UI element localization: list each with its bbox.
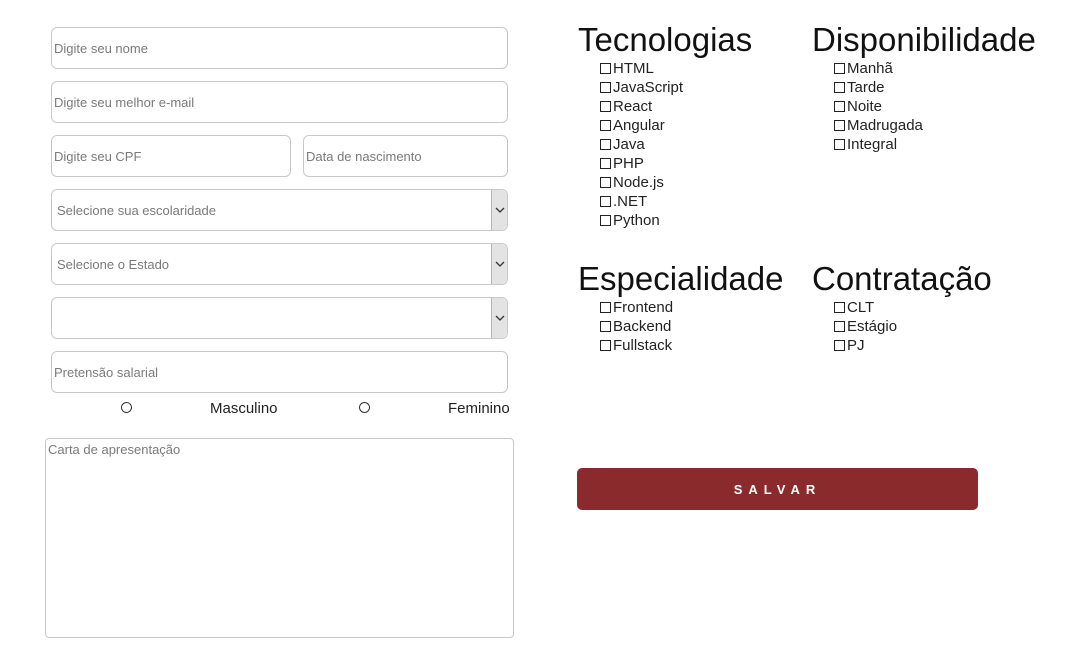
checkbox-item[interactable]: Python xyxy=(600,211,752,230)
checkbox-item[interactable]: Java xyxy=(600,135,752,154)
checkbox-item[interactable]: React xyxy=(600,97,752,116)
gender-radio-group: Masculino Feminino xyxy=(50,400,520,418)
birth-date-placeholder: Data de nascimento xyxy=(306,148,422,164)
checkbox-item[interactable]: CLT xyxy=(834,298,992,317)
name-input[interactable]: Digite seu nome xyxy=(51,27,508,69)
checkbox-label: CLT xyxy=(847,299,875,316)
checkbox-item[interactable]: Fullstack xyxy=(600,336,783,355)
checkbox-item[interactable]: Tarde xyxy=(834,78,1036,97)
checkbox-item[interactable]: .NET xyxy=(600,192,752,211)
checkbox-label: Backend xyxy=(613,318,672,335)
checkbox-label: Integral xyxy=(847,136,898,153)
radio-feminino[interactable] xyxy=(359,402,370,413)
cpf-placeholder: Digite seu CPF xyxy=(54,148,142,164)
checkbox-icon[interactable] xyxy=(834,82,845,93)
birth-date-input[interactable]: Data de nascimento xyxy=(303,135,508,177)
checkbox-icon[interactable] xyxy=(834,120,845,131)
checkbox-item[interactable]: PJ xyxy=(834,336,992,355)
salary-placeholder: Pretensão salarial xyxy=(54,364,159,380)
chevron-down-icon[interactable] xyxy=(491,298,507,338)
checkbox-label: Java xyxy=(613,136,645,153)
checkbox-item[interactable]: Node.js xyxy=(600,173,752,192)
group-tecnologias: Tecnologias HTML JavaScript React Angula… xyxy=(578,21,752,230)
checkbox-label: Madrugada xyxy=(847,117,923,134)
checkbox-label: PHP xyxy=(613,155,644,172)
radio-masculino[interactable] xyxy=(121,402,132,413)
checkbox-item[interactable]: JavaScript xyxy=(600,78,752,97)
checkbox-icon[interactable] xyxy=(834,63,845,74)
checkbox-label: React xyxy=(613,98,653,115)
email-placeholder: Digite seu melhor e-mail xyxy=(54,94,195,110)
radio-label-feminino: Feminino xyxy=(448,400,510,417)
checkbox-item[interactable]: Angular xyxy=(600,116,752,135)
checkbox-icon[interactable] xyxy=(834,139,845,150)
checkbox-icon[interactable] xyxy=(600,82,611,93)
cpf-input[interactable]: Digite seu CPF xyxy=(51,135,291,177)
checkbox-label: Noite xyxy=(847,98,883,115)
checkbox-label: Manhã xyxy=(847,60,893,77)
checkbox-item[interactable]: Madrugada xyxy=(834,116,1036,135)
state-select[interactable]: Selecione o Estado xyxy=(51,243,508,285)
checkbox-item[interactable]: Frontend xyxy=(600,298,783,317)
checkbox-icon[interactable] xyxy=(834,321,845,332)
email-input[interactable]: Digite seu melhor e-mail xyxy=(51,81,508,123)
checkbox-label: Estágio xyxy=(847,318,898,335)
group-contratacao: Contratação CLT Estágio PJ xyxy=(812,260,992,355)
checkbox-item[interactable]: Integral xyxy=(834,135,1036,154)
education-select[interactable]: Selecione sua escolaridade xyxy=(51,189,508,231)
salary-input[interactable]: Pretensão salarial xyxy=(51,351,508,393)
checkbox-icon[interactable] xyxy=(600,177,611,188)
checkbox-icon[interactable] xyxy=(600,196,611,207)
checkbox-icon[interactable] xyxy=(834,340,845,351)
checkbox-icon[interactable] xyxy=(600,63,611,74)
group-title-contratacao: Contratação xyxy=(812,260,992,297)
checkbox-label: HTML xyxy=(613,60,654,77)
state-select-value: Selecione o Estado xyxy=(57,256,170,272)
checkbox-icon[interactable] xyxy=(834,101,845,112)
radio-label-masculino: Masculino xyxy=(210,400,278,417)
checkbox-label: JavaScript xyxy=(613,79,684,96)
checkbox-icon[interactable] xyxy=(600,120,611,131)
chevron-down-icon[interactable] xyxy=(491,244,507,284)
cover-letter-placeholder: Carta de apresentação xyxy=(48,442,181,457)
checkbox-label: .NET xyxy=(613,193,648,210)
cover-letter-textarea[interactable]: Carta de apresentação xyxy=(45,438,514,638)
checkbox-icon[interactable] xyxy=(600,139,611,150)
checkbox-icon[interactable] xyxy=(600,101,611,112)
save-button[interactable]: SALVAR xyxy=(577,468,978,510)
checkbox-label: Frontend xyxy=(613,299,674,316)
city-select[interactable] xyxy=(51,297,508,339)
checkbox-label: Fullstack xyxy=(613,337,673,354)
group-title-disponibilidade: Disponibilidade xyxy=(812,21,1036,58)
checkbox-icon[interactable] xyxy=(600,321,611,332)
chevron-down-icon[interactable] xyxy=(491,190,507,230)
group-title-tecnologias: Tecnologias xyxy=(578,21,753,58)
education-select-value: Selecione sua escolaridade xyxy=(57,202,216,218)
checkbox-icon[interactable] xyxy=(600,215,611,226)
checkbox-item[interactable]: Manhã xyxy=(834,59,1036,78)
group-title-especialidade: Especialidade xyxy=(578,260,784,297)
checkbox-item[interactable]: PHP xyxy=(600,154,752,173)
group-disponibilidade: Disponibilidade Manhã Tarde Noite Madrug… xyxy=(812,21,1036,154)
checkbox-item[interactable]: HTML xyxy=(600,59,752,78)
checkbox-icon[interactable] xyxy=(600,302,611,313)
checkbox-item[interactable]: Noite xyxy=(834,97,1036,116)
checkbox-icon[interactable] xyxy=(600,340,611,351)
checkbox-icon[interactable] xyxy=(834,302,845,313)
checkbox-icon[interactable] xyxy=(600,158,611,169)
group-especialidade: Especialidade Frontend Backend Fullstack xyxy=(578,260,783,355)
checkbox-item[interactable]: Estágio xyxy=(834,317,992,336)
checkbox-label: Angular xyxy=(613,117,665,134)
checkbox-label: Node.js xyxy=(613,174,664,191)
checkbox-label: PJ xyxy=(847,337,865,354)
checkbox-label: Python xyxy=(613,212,660,229)
checkbox-label: Tarde xyxy=(847,79,885,96)
checkbox-item[interactable]: Backend xyxy=(600,317,783,336)
name-placeholder: Digite seu nome xyxy=(54,40,148,56)
